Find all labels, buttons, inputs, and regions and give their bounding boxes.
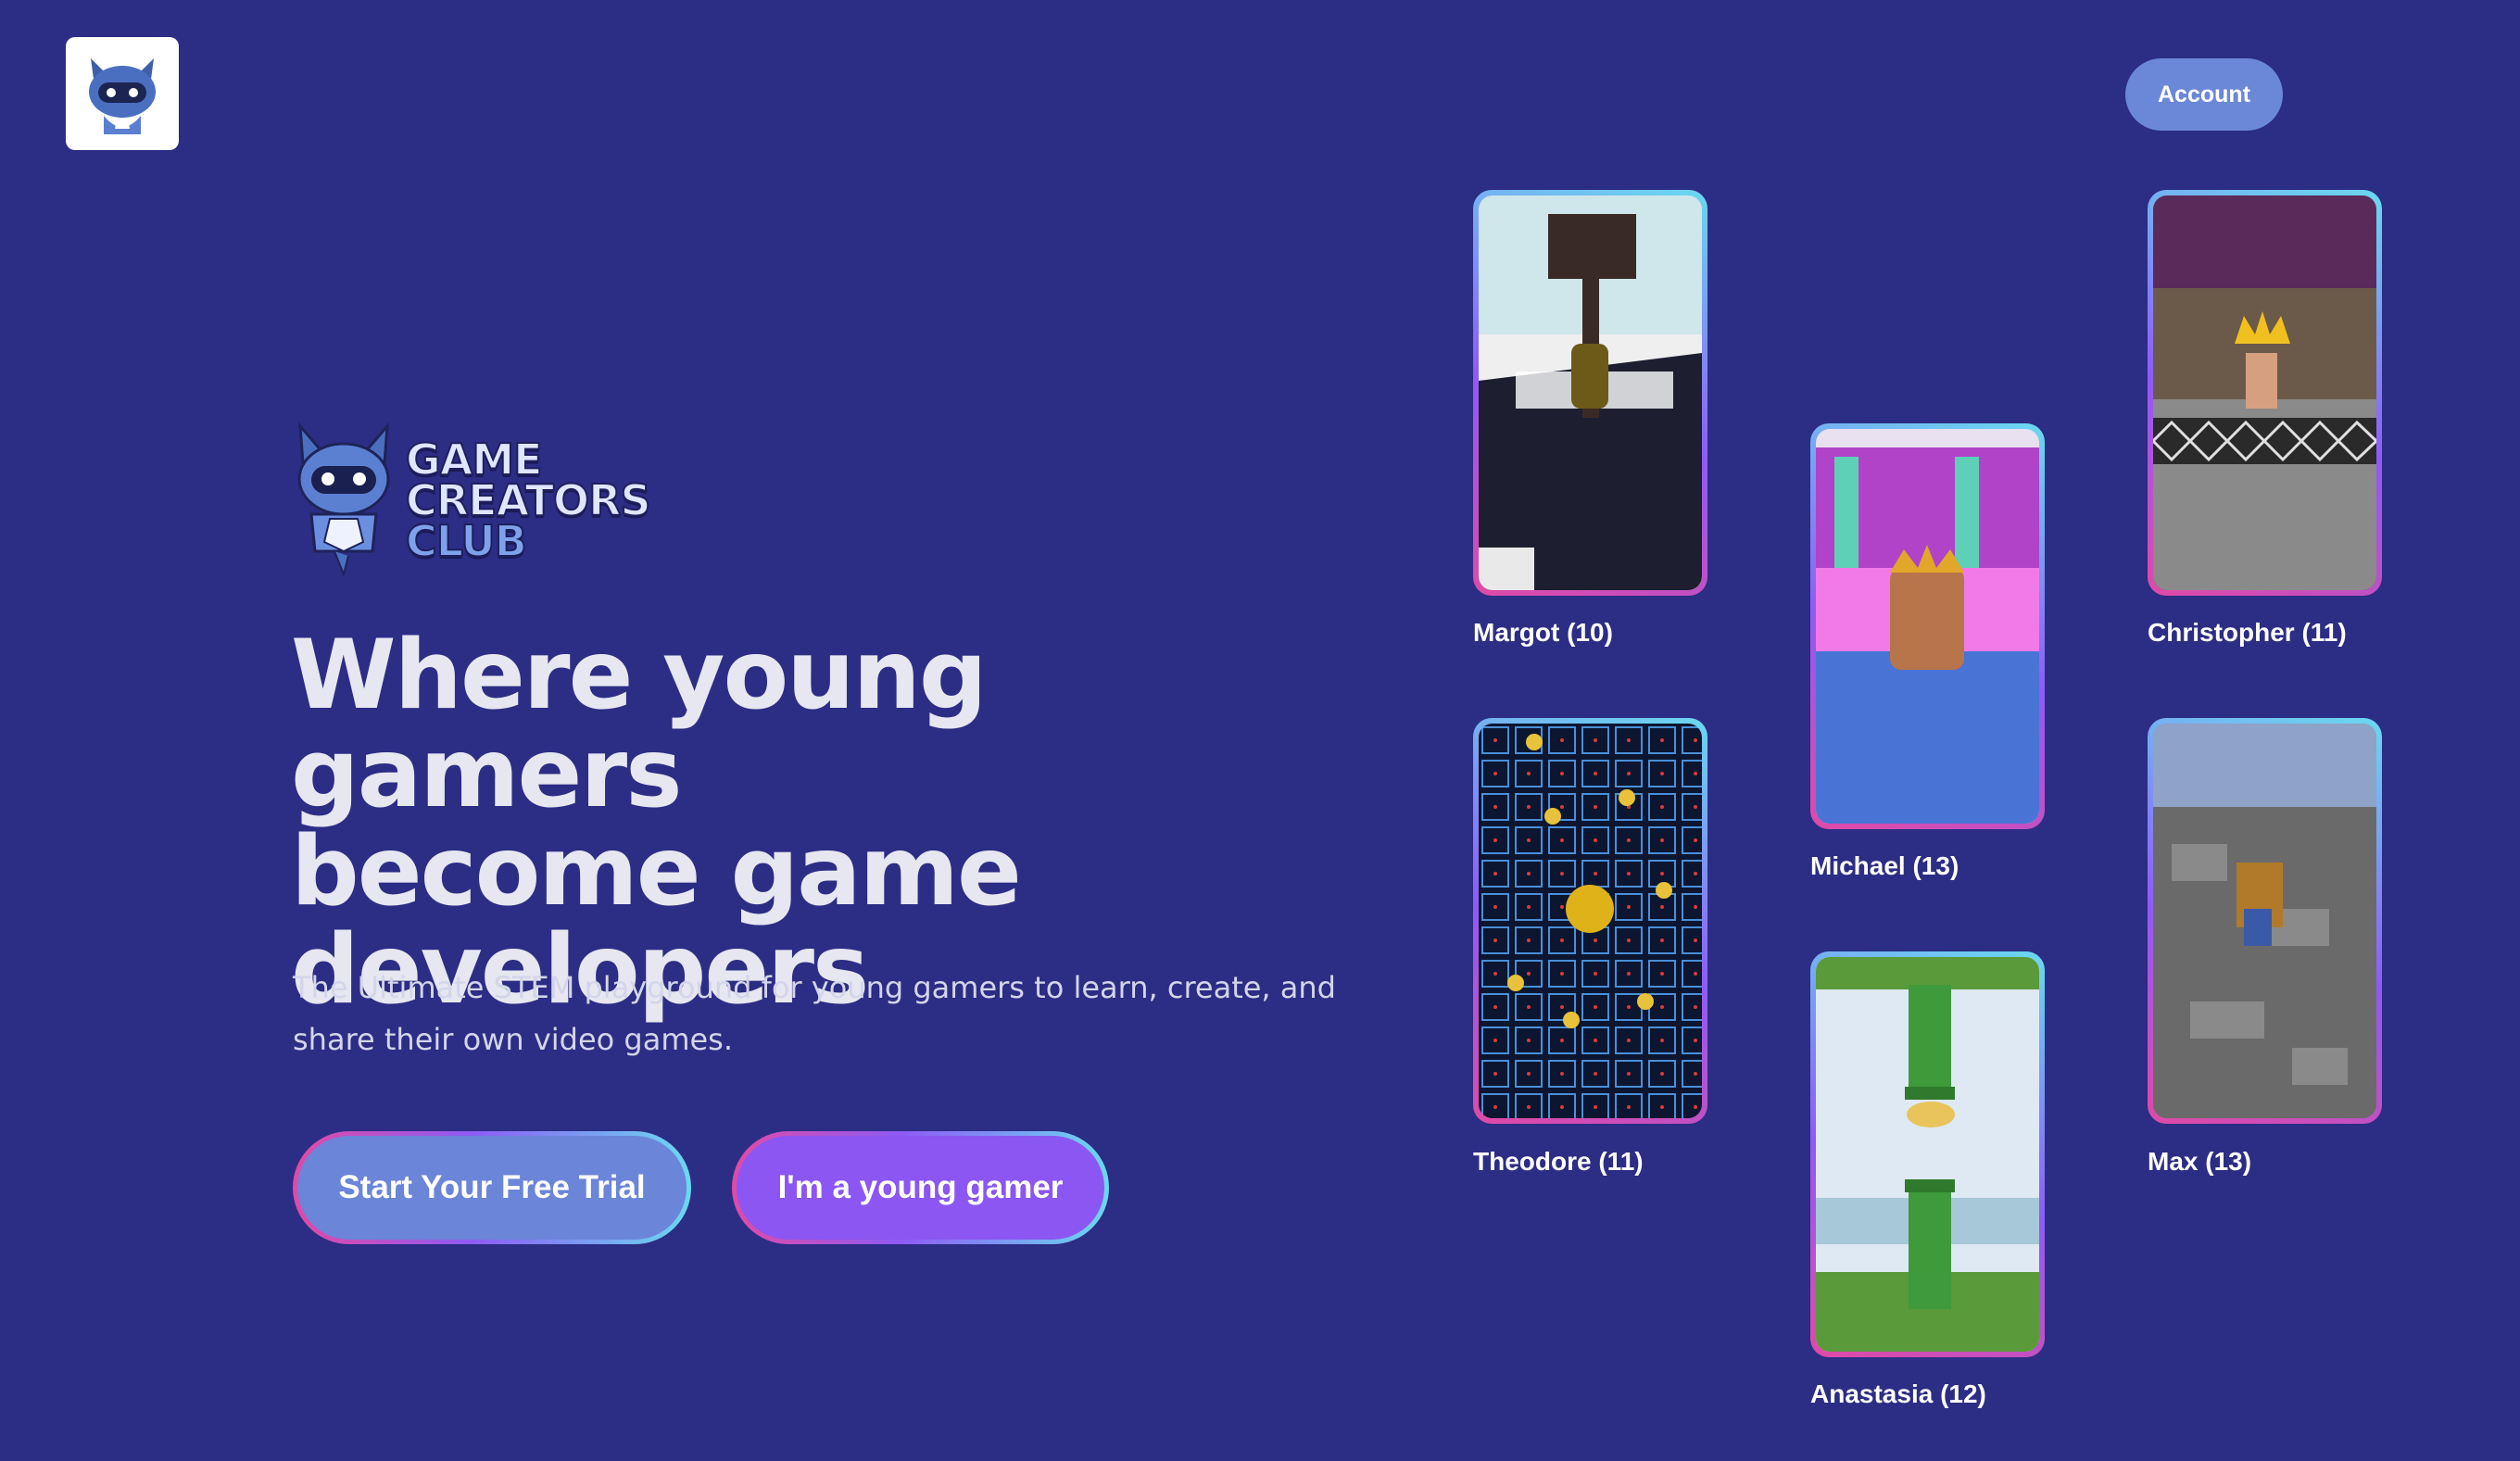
hero-headline: Where young gamers become game developer… <box>291 626 1338 1019</box>
game-card-anastasia[interactable] <box>1810 951 2045 1357</box>
young-gamer-button[interactable]: I'm a young gamer <box>732 1131 1109 1244</box>
game-caption: Max (13) <box>2148 1147 2252 1176</box>
game-caption: Anastasia (12) <box>1810 1379 1986 1408</box>
brand-line-club: CLUB <box>405 516 528 566</box>
game-card-michael[interactable] <box>1810 423 2045 829</box>
start-free-trial-label: Start Your Free Trial <box>297 1136 687 1240</box>
start-free-trial-button[interactable]: Start Your Free Trial <box>293 1131 691 1244</box>
game-card-margot[interactable] <box>1473 190 1707 596</box>
game-thumbnail <box>1816 957 2039 1352</box>
hero-subtitle: The Ultimate STEM playground for young g… <box>293 970 1336 1057</box>
brand-line-game: GAME <box>405 435 544 485</box>
account-button[interactable]: Account <box>2125 58 2283 131</box>
cat-mascot-icon <box>89 58 156 134</box>
game-caption: Margot (10) <box>1473 618 1613 647</box>
game-thumbnail <box>2153 195 2376 590</box>
game-caption: Theodore (11) <box>1473 1147 1644 1176</box>
young-gamer-label: I'm a young gamer <box>737 1136 1104 1240</box>
game-caption: Christopher (11) <box>2148 618 2347 647</box>
game-thumbnail <box>1816 429 2039 824</box>
game-thumbnail <box>1479 724 1702 1118</box>
game-card-max[interactable] <box>2148 718 2382 1124</box>
game-thumbnail <box>1479 195 1702 590</box>
headline-line: Where young gamers <box>291 620 988 829</box>
cat-mascot-icon <box>297 422 390 578</box>
headline-line: become game <box>291 816 1022 927</box>
game-card-christopher[interactable] <box>2148 190 2382 596</box>
brand-line-creators: CREATORS <box>405 475 652 525</box>
game-card-theodore[interactable] <box>1473 718 1707 1124</box>
home-logo[interactable] <box>66 37 179 150</box>
game-caption: Michael (13) <box>1810 851 1959 880</box>
game-thumbnail <box>2153 724 2376 1118</box>
brand-logo: GAME CREATORS CLUB <box>293 422 652 579</box>
